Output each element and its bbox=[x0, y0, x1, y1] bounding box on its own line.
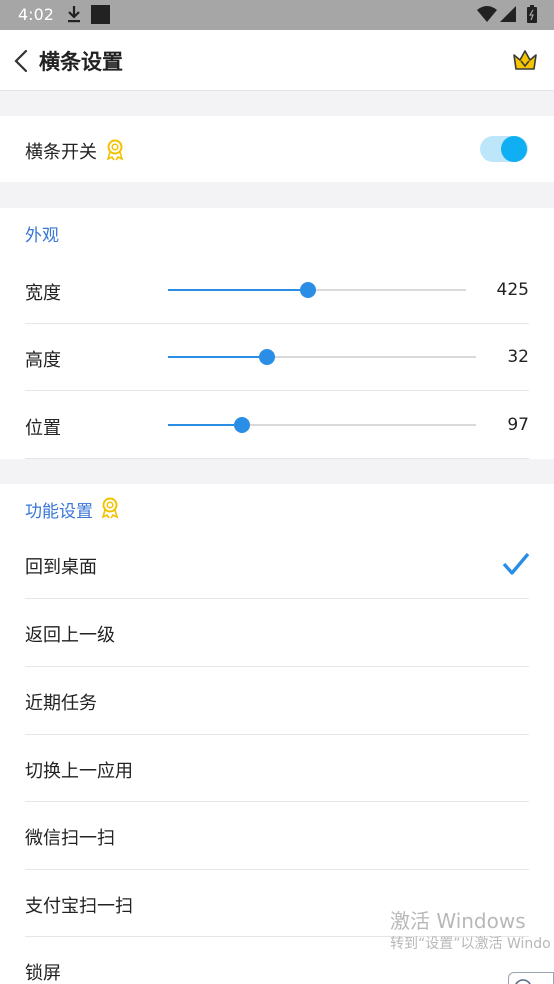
status-time: 4:02 bbox=[18, 5, 54, 24]
corner-overlay-button[interactable] bbox=[508, 972, 554, 984]
system-status-icons bbox=[477, 5, 537, 23]
function-item-recents[interactable]: 近期任务 bbox=[25, 667, 529, 734]
position-label: 位置 bbox=[25, 418, 61, 439]
function-item-wechat-scan[interactable]: 微信扫一扫 bbox=[25, 802, 529, 869]
appearance-section-title: 外观 bbox=[25, 226, 59, 246]
height-label: 高度 bbox=[25, 350, 61, 371]
height-slider[interactable] bbox=[168, 349, 476, 365]
width-label: 宽度 bbox=[25, 283, 61, 304]
toggle-knob bbox=[501, 136, 527, 162]
download-icon bbox=[68, 6, 80, 23]
search-icon bbox=[515, 979, 531, 984]
function-item-label: 回到桌面 bbox=[25, 557, 97, 578]
slider-thumb[interactable] bbox=[233, 417, 250, 433]
toggle-row[interactable]: 横条开关 bbox=[25, 116, 529, 182]
divider bbox=[25, 323, 529, 324]
slider-fill bbox=[168, 289, 309, 291]
crown-icon[interactable] bbox=[512, 47, 538, 73]
slider-fill bbox=[168, 356, 267, 358]
function-item-label: 锁屏 bbox=[25, 963, 61, 984]
slider-thumb[interactable] bbox=[258, 349, 275, 365]
vip-badge-icon bbox=[101, 497, 119, 519]
position-slider[interactable] bbox=[168, 417, 476, 433]
checkmark-icon bbox=[502, 552, 530, 575]
appearance-card: 外观 宽度 425 高度 32 位置 97 bbox=[0, 208, 554, 459]
battery-icon bbox=[527, 5, 537, 23]
toggle-label: 横条开关 bbox=[25, 142, 97, 163]
divider bbox=[25, 458, 529, 459]
signal-icon bbox=[500, 6, 516, 22]
status-bar: 4:02 bbox=[0, 0, 554, 30]
function-item-label: 近期任务 bbox=[25, 693, 97, 714]
chevron-left-icon[interactable] bbox=[13, 49, 29, 73]
slider-fill bbox=[168, 424, 242, 426]
function-item-label: 微信扫一扫 bbox=[25, 828, 115, 849]
function-item-home[interactable]: 回到桌面 bbox=[25, 531, 529, 598]
functions-section-title: 功能设置 bbox=[25, 502, 93, 522]
function-item-label: 切换上一应用 bbox=[25, 761, 133, 782]
toggle-card: 横条开关 bbox=[0, 116, 554, 182]
function-item-back[interactable]: 返回上一级 bbox=[25, 599, 529, 666]
height-value: 32 bbox=[507, 347, 529, 367]
width-value: 425 bbox=[496, 280, 529, 300]
notification-square-icon bbox=[91, 5, 110, 24]
width-slider[interactable] bbox=[168, 282, 466, 298]
divider bbox=[25, 390, 529, 391]
position-value: 97 bbox=[507, 415, 529, 435]
activation-watermark-title: 激活 Windows bbox=[390, 909, 526, 933]
function-item-switch-app[interactable]: 切换上一应用 bbox=[25, 735, 529, 802]
function-item-label: 支付宝扫一扫 bbox=[25, 896, 133, 917]
activation-watermark-subtitle: 转到“设置”以激活 Windo bbox=[390, 936, 551, 952]
slider-thumb[interactable] bbox=[300, 282, 317, 298]
function-item-label: 返回上一级 bbox=[25, 625, 115, 646]
title-bar: 横条设置 bbox=[0, 30, 554, 91]
bar-toggle-switch[interactable] bbox=[480, 136, 528, 162]
page-title: 横条设置 bbox=[39, 50, 123, 74]
vip-badge-icon bbox=[106, 139, 124, 161]
wifi-icon bbox=[477, 6, 497, 22]
